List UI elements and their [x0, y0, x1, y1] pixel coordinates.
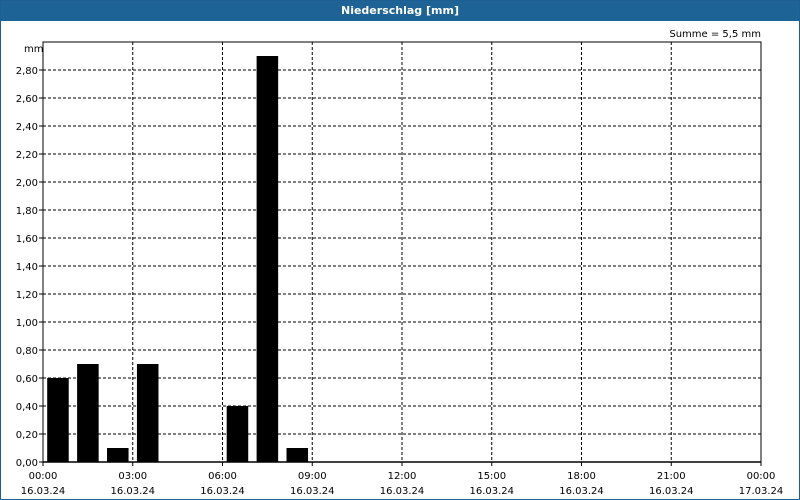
x-tick-time: 21:00 [657, 471, 686, 482]
x-tick-time: 18:00 [567, 471, 596, 482]
x-tick-time: 09:00 [298, 471, 327, 482]
x-tick-time: 15:00 [477, 471, 506, 482]
y-tick-label: 1,40 [16, 262, 38, 273]
y-tick-label: 0,40 [16, 402, 38, 413]
bar-0300 [136, 364, 159, 462]
x-tick-date: 16.03.24 [469, 486, 514, 497]
x-tick-date: 16.03.24 [110, 486, 155, 497]
bars [47, 56, 309, 462]
x-tick-date: 16.03.24 [380, 486, 425, 497]
chart-window: Niederschlag [mm] 0,00 0,20 0,40 0,60 0,80 1,… [0, 0, 800, 500]
y-tick-label: 1,20 [16, 290, 38, 301]
x-tick-date: 16.03.24 [559, 486, 604, 497]
y-tick-label: 2,20 [16, 150, 38, 161]
bar-0700 [256, 56, 279, 462]
x-tick-labels: 00:00 16.03.24 03:00 16.03.24 06:00 16.03.24 0… [21, 471, 784, 497]
bar-0100 [77, 364, 99, 462]
x-tick-date: 17.03.24 [739, 486, 784, 497]
chart-svg: 0,00 0,20 0,40 0,60 0,80 1,00 1,20 1,40 1,60 1,80… [16, 29, 784, 497]
y-tick-label: 0,00 [16, 458, 38, 469]
x-tick-time: 00:00 [29, 471, 58, 482]
y-tick-label: 2,60 [16, 94, 38, 105]
x-tick-time: 00:00 [747, 471, 776, 482]
x-tick-time: 03:00 [118, 471, 147, 482]
y-axis-unit: mm [24, 44, 43, 55]
x-tick-time: 06:00 [208, 471, 237, 482]
sum-annotation: Summe = 5,5 mm [669, 29, 761, 40]
x-tick-date: 16.03.24 [290, 486, 335, 497]
bar-0800 [286, 448, 309, 462]
y-tick-label: 1,00 [16, 318, 38, 329]
y-tick-label: 1,60 [16, 234, 38, 245]
bar-0200 [107, 448, 129, 462]
y-tick-label: 2,00 [16, 178, 38, 189]
x-tick-date: 16.03.24 [649, 486, 694, 497]
y-tick-label: 0,80 [16, 346, 38, 357]
x-tick-time: 12:00 [388, 471, 417, 482]
y-tick-label: 2,40 [16, 122, 38, 133]
chart-title: Niederschlag [mm] [1, 1, 799, 21]
y-tick-labels: 0,00 0,20 0,40 0,60 0,80 1,00 1,20 1,40 1,60 1,80… [16, 66, 38, 469]
y-tick-label: 0,20 [16, 430, 38, 441]
y-tick-label: 2,80 [16, 66, 38, 77]
bar-0600 [226, 406, 249, 462]
y-tick-label: 0,60 [16, 374, 38, 385]
bar-0000 [47, 378, 69, 462]
y-tick-label: 1,80 [16, 206, 38, 217]
x-tick-date: 16.03.24 [21, 486, 66, 497]
x-tick-date: 16.03.24 [200, 486, 245, 497]
